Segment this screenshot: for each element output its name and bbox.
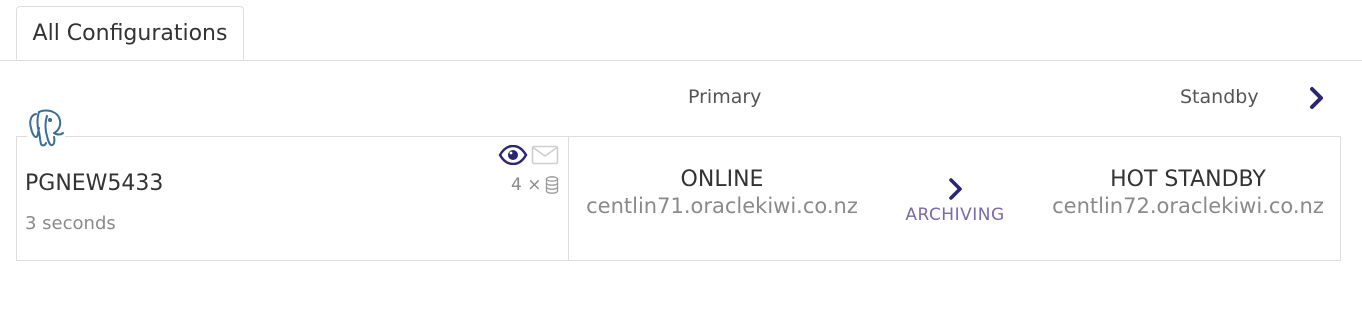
tab-bar: All Configurations bbox=[0, 0, 1362, 61]
database-count: 4 × bbox=[511, 175, 559, 195]
tab-label: All Configurations bbox=[32, 20, 228, 46]
last-updated: 3 seconds bbox=[25, 213, 116, 234]
configuration-card[interactable]: PGNEW5433 3 seconds 4 × ONLINE centlin71… bbox=[16, 136, 1341, 261]
primary-column-header: Primary bbox=[688, 86, 762, 108]
chevron-right-icon[interactable] bbox=[1303, 85, 1329, 111]
eye-icon[interactable] bbox=[498, 145, 528, 165]
database-icon bbox=[546, 176, 559, 194]
standby-database[interactable]: HOT STANDBY centlin72.oraclekiwi.co.nz bbox=[1041, 167, 1335, 219]
tab-all-configurations[interactable]: All Configurations bbox=[16, 6, 244, 60]
redo-transport: ARCHIVING bbox=[887, 177, 1023, 225]
database-count-value: 4 × bbox=[511, 175, 542, 195]
standby-host: centlin72.oraclekiwi.co.nz bbox=[1052, 194, 1324, 218]
tab-divider bbox=[0, 60, 1362, 61]
configuration-name[interactable]: PGNEW5433 bbox=[25, 171, 163, 196]
transport-mode: ARCHIVING bbox=[905, 205, 1005, 225]
primary-state: ONLINE bbox=[680, 167, 764, 192]
standby-column-header: Standby bbox=[1180, 86, 1259, 108]
primary-host: centlin71.oraclekiwi.co.nz bbox=[586, 194, 858, 218]
configuration-summary: PGNEW5433 3 seconds 4 × bbox=[17, 137, 569, 260]
chevron-right-icon[interactable] bbox=[944, 177, 966, 201]
primary-database[interactable]: ONLINE centlin71.oraclekiwi.co.nz bbox=[577, 167, 867, 219]
envelope-icon[interactable] bbox=[531, 145, 559, 165]
standby-state: HOT STANDBY bbox=[1110, 167, 1266, 192]
postgresql-elephant-icon bbox=[27, 108, 65, 148]
